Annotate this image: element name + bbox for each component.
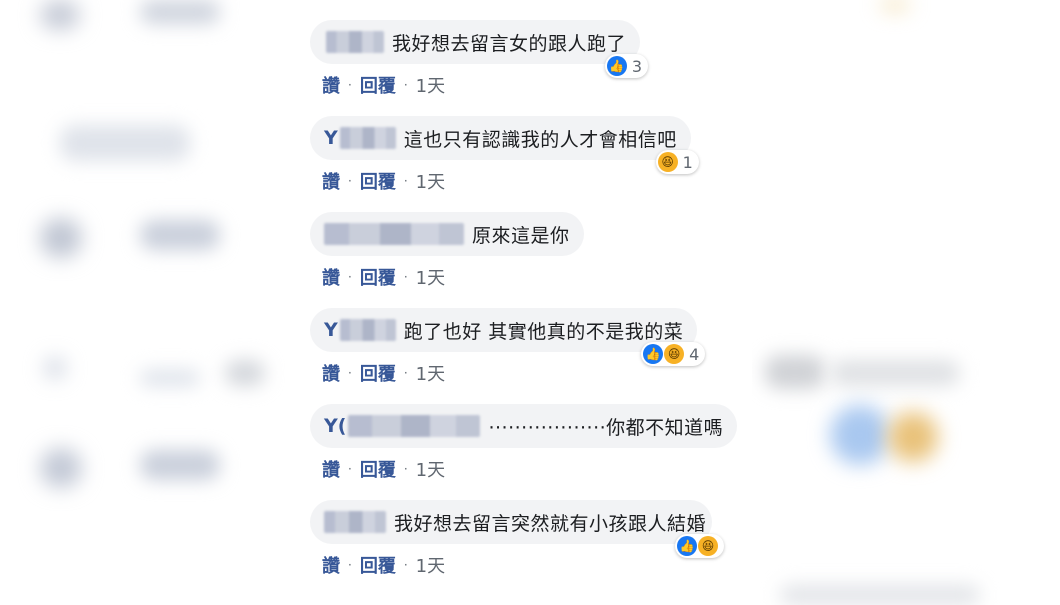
- comment-actions: 讚 · 回覆 · 1天: [322, 456, 445, 482]
- comment-text: 我好想去留言女的跟人跑了: [392, 32, 627, 55]
- like-link[interactable]: 讚: [322, 168, 340, 194]
- blurred-bar: [140, 450, 220, 480]
- comment-text: 原來這是你: [472, 224, 570, 247]
- comment-text: 這也只有認識我的人才會相信吧: [403, 128, 677, 151]
- separator-dot: ·: [348, 366, 352, 380]
- comment-bubble: 我好想去留言女的跟人跑了 👍 3: [310, 20, 649, 78]
- like-link[interactable]: 讚: [322, 360, 340, 386]
- blurred-bar: [140, 0, 220, 24]
- timestamp[interactable]: 1天: [416, 552, 445, 578]
- reaction-summary[interactable]: 👍 😆: [675, 534, 725, 558]
- blurred-avatar: [40, 448, 82, 488]
- comment-text: 跑了也好 其實他真的不是我的菜: [403, 320, 684, 343]
- comment-bubble: 原來這是你: [310, 212, 584, 256]
- comment-thread: 我好想去留言女的跟人跑了 👍 3 讚 · 回覆 · 1天 Y 這也只有認識我的人…: [300, 0, 752, 596]
- pixelated-author-name: [324, 511, 386, 533]
- separator-dot: ·: [348, 174, 352, 188]
- blurred-bar: [780, 585, 980, 605]
- separator-dot: ·: [403, 78, 408, 92]
- pixelated-author-name: [339, 127, 396, 149]
- author-name[interactable]: Y: [324, 319, 338, 341]
- comment: Y 跑了也好 其實他真的不是我的菜 👍 😆 4 讚 · 回覆 · 1天: [310, 308, 706, 385]
- haha-icon: 😆: [664, 344, 685, 364]
- haha-icon: 😆: [657, 152, 678, 172]
- timestamp[interactable]: 1天: [416, 360, 445, 386]
- pixelated-author-name: [324, 223, 464, 245]
- timestamp[interactable]: 1天: [416, 264, 445, 290]
- reaction-summary[interactable]: 😆 1: [655, 150, 699, 174]
- pixelated-author-name: [348, 415, 481, 437]
- comment-bubble: Y 跑了也好 其實他真的不是我的菜 👍 😆 4: [310, 308, 706, 366]
- comment-bubble: Y 這也只有認識我的人才會相信吧 😆 1: [310, 116, 699, 174]
- separator-dot: ·: [403, 558, 408, 572]
- reply-link[interactable]: 回覆: [360, 360, 396, 386]
- pixelated-author-name: [326, 31, 384, 53]
- blurred-avatar: [40, 218, 82, 258]
- comment-actions: 讚 · 回覆 · 1天: [322, 72, 445, 98]
- separator-dot: ·: [348, 462, 352, 476]
- comment-text: 我好想去留言突然就有小孩跟人結婚: [394, 512, 707, 535]
- like-link[interactable]: 讚: [322, 264, 340, 290]
- like-link[interactable]: 讚: [322, 72, 340, 98]
- blurred-bar: [140, 370, 200, 386]
- reply-link[interactable]: 回覆: [360, 552, 396, 578]
- comment-actions: 讚 · 回覆 · 1天: [322, 264, 445, 290]
- reply-link[interactable]: 回覆: [360, 168, 396, 194]
- blurred-avatar: [45, 358, 65, 378]
- blurred-bar: [225, 360, 265, 386]
- comment: 我好想去留言突然就有小孩跟人結婚 👍 😆 讚 · 回覆 · 1天: [310, 500, 725, 577]
- blurred-haha-icon: [888, 412, 938, 462]
- blurred-avatar: [40, 0, 80, 30]
- blurred-like-icon: [830, 405, 890, 465]
- haha-icon: 😆: [698, 536, 719, 556]
- blurred-bar: [140, 220, 220, 250]
- comment: 原來這是你 讚 · 回覆 · 1天: [310, 212, 584, 289]
- separator-dot: ·: [403, 270, 408, 284]
- blurred-bar: [830, 360, 960, 386]
- reaction-count: 4: [689, 344, 700, 364]
- comment-text: ··················你都不知道嗎: [488, 416, 724, 439]
- comment-actions: 讚 · 回覆 · 1天: [322, 168, 445, 194]
- reply-link[interactable]: 回覆: [360, 456, 396, 482]
- reaction-count: 1: [682, 152, 693, 172]
- separator-dot: ·: [348, 270, 352, 284]
- comment: Y 這也只有認識我的人才會相信吧 😆 1 讚 · 回覆 · 1天: [310, 116, 699, 193]
- like-link[interactable]: 讚: [322, 552, 340, 578]
- comment: Y( ··················你都不知道嗎 讚 · 回覆 · 1天: [310, 404, 738, 481]
- like-icon: 👍: [677, 536, 698, 556]
- separator-dot: ·: [403, 366, 408, 380]
- reaction-summary[interactable]: 👍 3: [604, 54, 649, 78]
- timestamp[interactable]: 1天: [416, 72, 445, 98]
- reply-link[interactable]: 回覆: [360, 264, 396, 290]
- separator-dot: ·: [403, 462, 408, 476]
- author-name[interactable]: Y(: [324, 415, 346, 437]
- separator-dot: ·: [403, 174, 408, 188]
- author-name[interactable]: Y: [324, 127, 338, 149]
- reaction-count: 3: [631, 56, 643, 76]
- comment: 我好想去留言女的跟人跑了 👍 3 讚 · 回覆 · 1天: [310, 20, 649, 97]
- separator-dot: ·: [348, 78, 352, 92]
- blurred-bar: [765, 355, 825, 389]
- comment-actions: 讚 · 回覆 · 1天: [322, 360, 445, 386]
- timestamp[interactable]: 1天: [416, 168, 445, 194]
- blurred-bar: [60, 125, 190, 161]
- like-link[interactable]: 讚: [322, 456, 340, 482]
- timestamp[interactable]: 1天: [416, 456, 445, 482]
- like-icon: 👍: [643, 344, 664, 364]
- reply-link[interactable]: 回覆: [360, 72, 396, 98]
- blurred-icon: [880, 0, 910, 10]
- reaction-summary[interactable]: 👍 😆 4: [641, 342, 706, 366]
- comment-actions: 讚 · 回覆 · 1天: [322, 552, 445, 578]
- like-icon: 👍: [606, 56, 627, 76]
- pixelated-author-name: [339, 319, 396, 341]
- separator-dot: ·: [348, 558, 352, 572]
- comment-bubble: 我好想去留言突然就有小孩跟人結婚 👍 😆: [310, 500, 725, 558]
- comment-bubble: Y( ··················你都不知道嗎: [310, 404, 738, 448]
